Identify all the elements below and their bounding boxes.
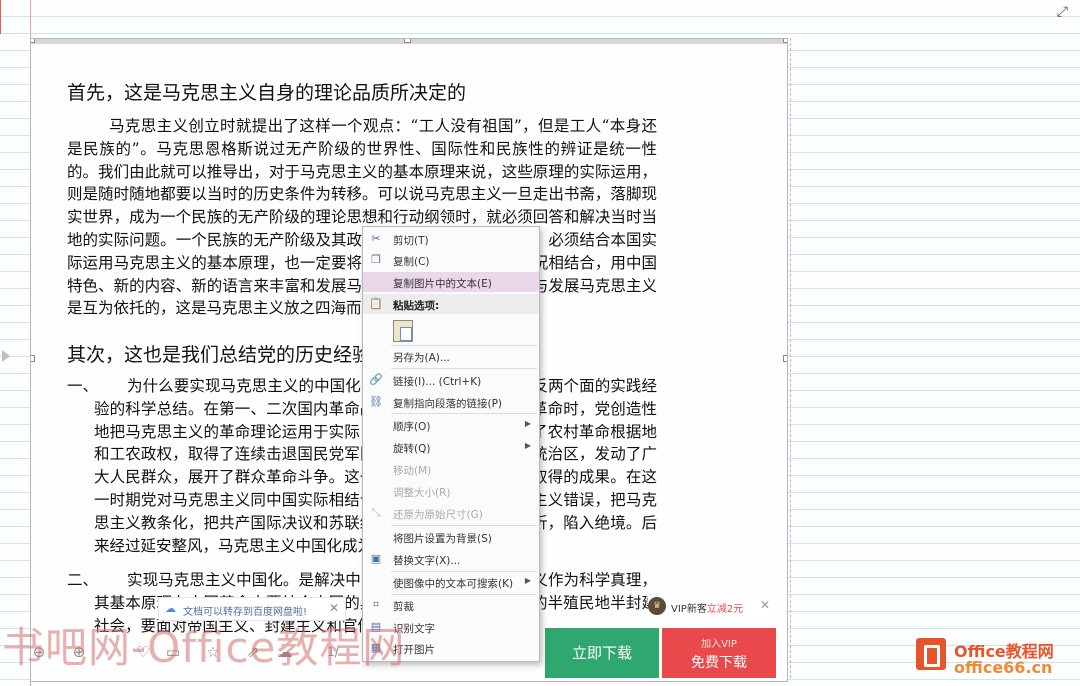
menu-item-set-background[interactable]: 将图片设置为背景(S) — [363, 527, 539, 547]
menu-item-rotate[interactable]: 旋转(Q) ▶ — [363, 437, 539, 457]
menu-item-searchable-text[interactable]: 使图像中的文本可搜索(K) ▶ — [363, 572, 539, 592]
menu-item-label: 调整大小(R) — [393, 487, 451, 499]
close-icon[interactable]: ✕ — [760, 598, 770, 612]
menu-item-move: 移动(M) — [363, 459, 539, 479]
submenu-arrow-icon: ▶ — [524, 419, 531, 428]
menu-item-label: 旋转(Q) — [393, 443, 431, 455]
page-boundary-line — [790, 38, 792, 678]
alt-text-icon: ▣ — [370, 552, 382, 565]
menu-item-resize: 调整大小(R) — [363, 481, 539, 501]
restore-size-icon: ⤡ — [371, 506, 381, 519]
margin-marker — [0, 0, 1, 34]
menu-item-label: 剪裁 — [393, 601, 414, 613]
menu-item-label: 剪切(T) — [393, 235, 429, 247]
paste-picture-icon[interactable] — [393, 320, 413, 342]
menu-item-link[interactable]: 🔗 链接(I)... (Ctrl+K) — [363, 370, 539, 390]
menu-item-label: 另存为(A)... — [393, 352, 450, 364]
resize-handle-top-left[interactable] — [31, 39, 35, 43]
paste-icon: 📋 — [369, 297, 383, 310]
menu-item-restore-size: ⤡ 还原为原始尺寸(G) — [363, 503, 539, 523]
vip-crown-icon: ♛ — [648, 597, 666, 615]
menu-item-label: 复制图片中的文本(E) — [393, 278, 492, 290]
vip-promo-banner[interactable]: ♛ VIP新客立减2元 ✕ — [648, 595, 772, 619]
menu-item-paste-options: 📋 粘贴选项: — [363, 294, 539, 314]
list-item-number: 一、 — [67, 377, 99, 395]
vip-promo-text: VIP新客立减2元 — [671, 600, 743, 615]
cut-icon: ✂ — [371, 232, 381, 245]
logo-domain: office66.cn — [954, 658, 1053, 677]
menu-separator — [391, 525, 537, 526]
vip-promo-prefix: VIP新客 — [671, 604, 707, 615]
menu-item-label: 粘贴选项: — [393, 300, 440, 312]
resize-handle-top[interactable] — [404, 39, 411, 43]
menu-separator — [391, 368, 537, 369]
submenu-arrow-icon: ▶ — [524, 441, 531, 450]
link-paragraph-icon: ⛓ — [369, 395, 383, 408]
menu-item-crop[interactable]: ⌗ 剪裁 — [363, 595, 539, 615]
menu-item-label: 还原为原始尺寸(G) — [393, 509, 483, 521]
list-item-number: 二、 — [67, 571, 99, 589]
resize-handle-right[interactable] — [783, 355, 787, 362]
office-logo-icon — [916, 638, 946, 670]
left-collapse-handle[interactable] — [2, 350, 10, 362]
office66-logo: Office教程网 office66.cn — [916, 636, 1076, 682]
menu-item-label: 链接(I)... (Ctrl+K) — [393, 376, 482, 388]
menu-item-save-as[interactable]: 另存为(A)... — [363, 346, 539, 366]
download-now-button[interactable]: 立即下载 — [545, 628, 659, 678]
menu-item-order[interactable]: 顺序(O) ▶ — [363, 415, 539, 435]
context-menu: ✂ 剪切(T) ❐ 复制(C) 复制图片中的文本(E) 📋 粘贴选项: 另存为(… — [362, 226, 540, 662]
submenu-arrow-icon: ▶ — [524, 576, 531, 585]
close-icon[interactable]: ✕ — [329, 601, 339, 615]
link-icon: 🔗 — [369, 373, 383, 386]
vip-promo-discount: 立减2元 — [706, 604, 744, 615]
menu-item-copy-paragraph-link[interactable]: ⛓ 复制指向段落的链接(P) — [363, 392, 539, 412]
menu-item-label: 顺序(O) — [393, 421, 431, 433]
menu-item-cut[interactable]: ✂ 剪切(T) — [363, 229, 539, 249]
menu-item-alt-text[interactable]: ▣ 替换文字(X)... — [363, 549, 539, 569]
heading-first: 首先，这是马克思主义自身的理论品质所决定的 — [67, 82, 467, 104]
vip-download-label: 免费下载 — [691, 655, 747, 671]
vip-free-download-button[interactable]: 加入VIP 免费下载 — [662, 628, 776, 678]
resize-handle-top-right[interactable] — [783, 39, 787, 43]
menu-item-label: 替换文字(X)... — [393, 555, 461, 567]
copy-icon: ❐ — [371, 253, 381, 266]
resize-handle-left[interactable] — [31, 355, 35, 362]
crop-icon: ⌗ — [372, 598, 380, 611]
menu-item-label: 将图片设置为背景(S) — [393, 533, 492, 545]
menu-item-label: 复制指向段落的链接(P) — [393, 398, 503, 410]
menu-item-copy-image-text[interactable]: 复制图片中的文本(E) — [363, 272, 539, 292]
vip-join-label: 加入VIP — [701, 639, 737, 650]
menu-item-label: 复制(C) — [393, 256, 430, 268]
expand-icon[interactable]: ⤢ — [1057, 4, 1068, 20]
menu-item-label: 使图像中的文本可搜索(K) — [393, 578, 514, 590]
menu-item-copy[interactable]: ❐ 复制(C) — [363, 250, 539, 270]
menu-item-label: 移动(M) — [393, 465, 432, 477]
site-watermark: 书吧网-Office教程网 — [2, 623, 406, 672]
menu-separator — [391, 413, 537, 414]
